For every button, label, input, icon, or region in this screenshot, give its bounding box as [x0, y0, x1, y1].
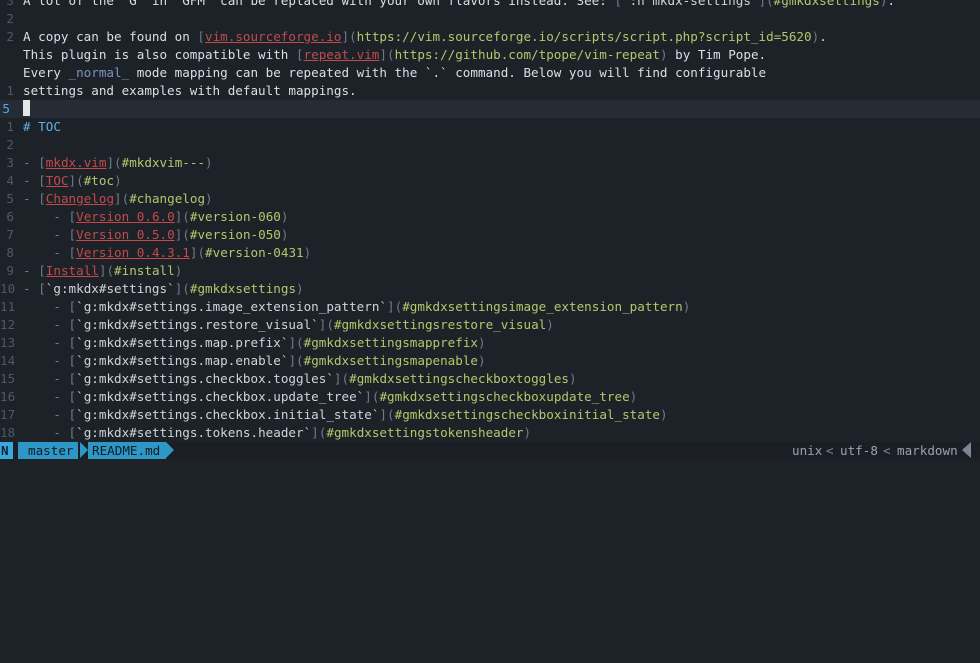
buffer-line[interactable]: 15 - [`g:mkdx#settings.checkbox.toggles`… — [0, 370, 980, 388]
line-text: settings and examples with default mappi… — [23, 83, 357, 98]
line-text: - [Version 0.6.0](#version-060) — [53, 209, 289, 224]
buffer-line[interactable]: 10 - [`g:mkdx#settings`](#gmkdxsettings) — [0, 280, 980, 298]
text-cursor — [23, 100, 30, 116]
line-text: - [`g:mkdx#settings.checkbox.toggles`](#… — [53, 371, 577, 386]
buffer-line[interactable]: 7 - [Version 0.5.0](#version-050) — [0, 226, 980, 244]
editor-buffer[interactable]: 3 A lot of the `G` in `GFM` can be replac… — [0, 0, 980, 442]
line-number: 3 — [6, 0, 14, 8]
line-number: 16 — [0, 389, 16, 404]
file-format: unix — [792, 443, 823, 458]
buffer-line[interactable]: Every _normal_ mode mapping can be repea… — [0, 64, 980, 82]
line-number: 12 — [0, 317, 16, 332]
buffer-line[interactable]: This plugin is also compatible with [rep… — [0, 46, 980, 64]
line-number: 14 — [0, 353, 16, 368]
buffer-line[interactable]: 2 — [0, 136, 980, 154]
file-encoding: utf-8 — [840, 443, 878, 458]
line-text: Every _normal_ mode mapping can be repea… — [23, 65, 767, 80]
line-number: 1 — [6, 83, 14, 98]
status-line: N master README.md unix < utf-8 < markdo… — [0, 442, 980, 459]
line-number: 10 — [0, 281, 16, 296]
buffer-line[interactable]: 5 - [Changelog](#changelog) — [0, 190, 980, 208]
line-text: - [`g:mkdx#settings.map.prefix`](#gmkdxs… — [53, 335, 486, 350]
line-text: This plugin is also compatible with [rep… — [23, 47, 767, 62]
buffer-line[interactable]: 11 - [`g:mkdx#settings.image_extension_p… — [0, 298, 980, 316]
line-text: - [`g:mkdx#settings.checkbox.initial_sta… — [53, 407, 668, 422]
buffer-line[interactable]: 2 A copy can be found on [vim.sourceforge… — [0, 28, 980, 46]
buffer-line[interactable]: 18 - [`g:mkdx#settings.tokens.header`](#… — [0, 424, 980, 442]
buffer-line[interactable]: 1 # TOC — [0, 118, 980, 136]
line-text: - [`g:mkdx#settings.image_extension_patt… — [53, 299, 691, 314]
line-text: - [`g:mkdx#settings.map.enable`](#gmkdxs… — [53, 353, 486, 368]
line-number: 18 — [0, 425, 16, 440]
buffer-line[interactable]: 1 settings and examples with default mapp… — [0, 82, 980, 100]
line-text — [23, 100, 30, 118]
line-number: 15 — [0, 371, 16, 386]
line-number: 13 — [0, 335, 16, 350]
line-number: 2 — [6, 137, 14, 152]
buffer-line[interactable]: 13 - [`g:mkdx#settings.map.prefix`](#gmk… — [0, 334, 980, 352]
buffer-line[interactable]: 16 - [`g:mkdx#settings.checkbox.update_t… — [0, 388, 980, 406]
buffer-line[interactable]: 6 - [Version 0.6.0](#version-060) — [0, 208, 980, 226]
line-number: 9 — [6, 263, 14, 278]
line-text: - [`g:mkdx#settings`](#gmkdxsettings) — [23, 281, 304, 296]
buffer-line[interactable]: 2 — [0, 10, 980, 28]
line-text: - [Version 0.4.3.1](#version-0431) — [53, 245, 312, 260]
buffer-line[interactable]: 4 - [TOC](#toc) — [0, 172, 980, 190]
line-number: 7 — [6, 227, 14, 242]
line-number: 2 — [6, 29, 14, 44]
line-text: - [`g:mkdx#settings.checkbox.update_tree… — [53, 389, 638, 404]
buffer-line[interactable]: 3 A lot of the `G` in `GFM` can be replac… — [0, 0, 980, 10]
line-number: 5 — [2, 101, 10, 116]
line-number: 4 — [6, 173, 14, 188]
powerline-separator-left-icon — [962, 442, 971, 458]
mode-indicator: N — [0, 442, 13, 459]
command-line[interactable] — [0, 459, 980, 475]
line-text: - [TOC](#toc) — [23, 173, 122, 188]
file-type: markdown — [897, 443, 958, 458]
powerline-separator-icon — [80, 442, 88, 458]
powerline-separator-icon — [166, 442, 174, 458]
line-number: 5 — [6, 191, 14, 206]
line-number: 11 — [0, 299, 16, 314]
line-text: # TOC — [23, 119, 61, 134]
thin-separator-icon: < — [826, 443, 834, 458]
line-text: - [mkdx.vim](#mkdxvim---) — [23, 155, 213, 170]
line-text: - [Install](#install) — [23, 263, 183, 278]
cursor-line[interactable]: 5 — [0, 100, 980, 118]
buffer-line[interactable]: 17 - [`g:mkdx#settings.checkbox.initial_… — [0, 406, 980, 424]
line-number: 2 — [6, 11, 14, 26]
line-number: 3 — [6, 155, 14, 170]
line-text: - [Changelog](#changelog) — [23, 191, 213, 206]
buffer-line[interactable]: 9 - [Install](#install) — [0, 262, 980, 280]
buffer-line[interactable]: 3 - [mkdx.vim](#mkdxvim---) — [0, 154, 980, 172]
buffer-line[interactable]: 14 - [`g:mkdx#settings.map.enable`](#gmk… — [0, 352, 980, 370]
line-text: - [`g:mkdx#settings.tokens.header`](#gmk… — [53, 425, 532, 440]
line-text: - [Version 0.5.0](#version-050) — [53, 227, 289, 242]
thin-separator-icon: < — [883, 443, 891, 458]
line-number: 8 — [6, 245, 14, 260]
line-number: 6 — [6, 209, 14, 224]
line-text: A copy can be found on [vim.sourceforge.… — [23, 29, 827, 44]
line-text: A lot of the `G` in `GFM` can be replace… — [23, 0, 896, 8]
line-text: - [`g:mkdx#settings.restore_visual`](#gm… — [53, 317, 554, 332]
git-branch: master — [18, 442, 78, 459]
line-number: 17 — [0, 407, 16, 422]
file-name: README.md — [88, 442, 167, 459]
buffer-line[interactable]: 8 - [Version 0.4.3.1](#version-0431) — [0, 244, 980, 262]
line-number: 1 — [6, 119, 14, 134]
buffer-line[interactable]: 12 - [`g:mkdx#settings.restore_visual`](… — [0, 316, 980, 334]
